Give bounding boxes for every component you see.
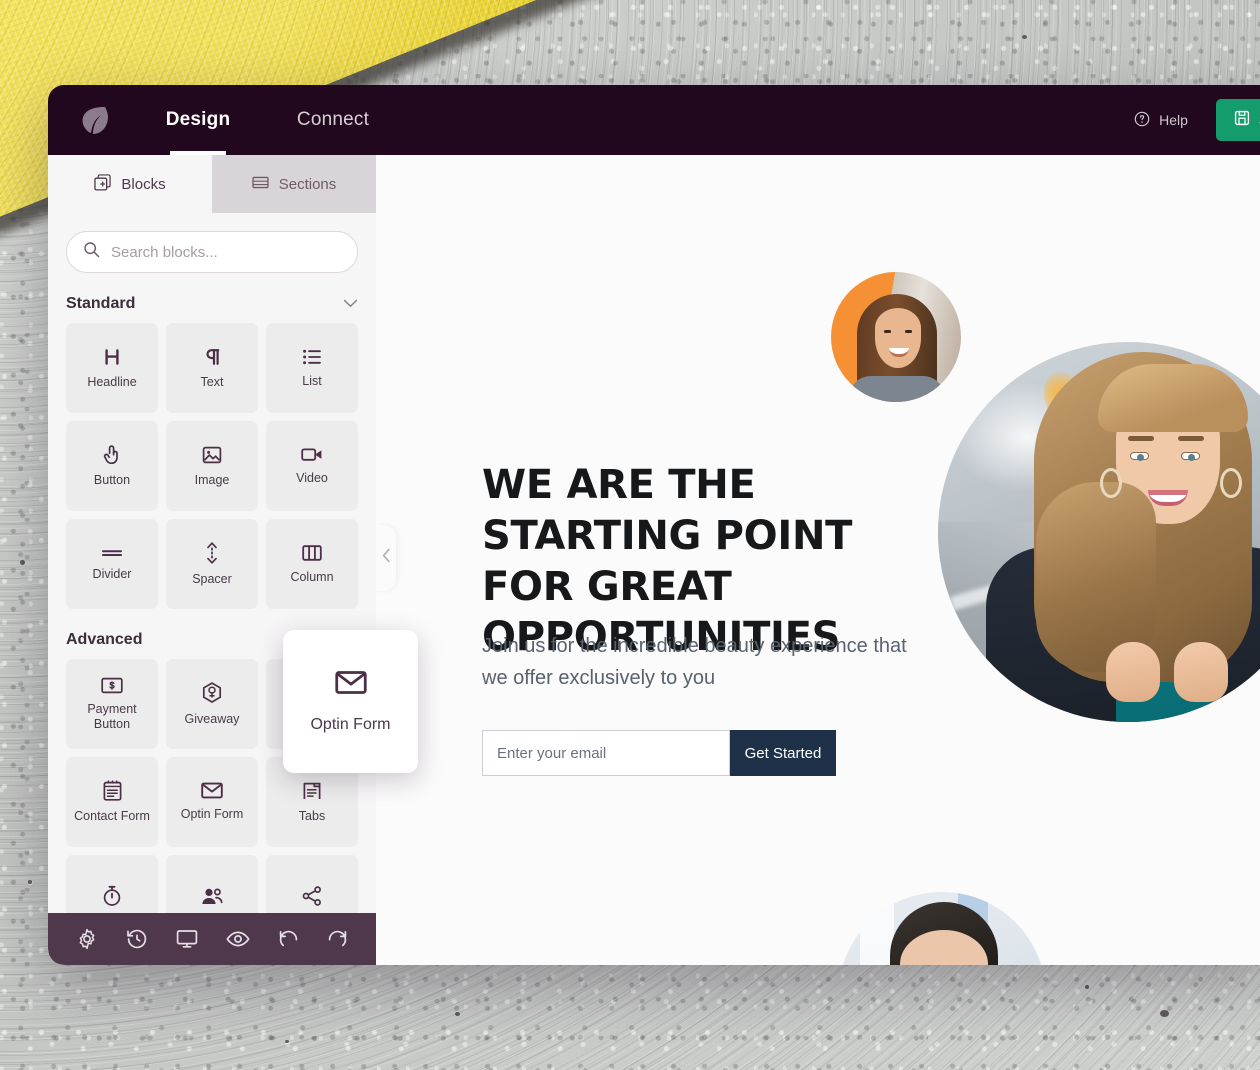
- sections-icon: [252, 175, 269, 194]
- people-group-icon: [201, 887, 223, 906]
- block-contact-form[interactable]: Contact Form: [66, 757, 158, 847]
- block-optin-form[interactable]: Optin Form: [166, 757, 258, 847]
- search-blocks-field[interactable]: [66, 231, 358, 273]
- block-label: Optin Form: [180, 807, 244, 822]
- leaf-logo-icon[interactable]: [66, 104, 122, 136]
- drag-card-label: Optin Form: [310, 715, 391, 733]
- panel-bottom-toolbar: [48, 913, 376, 965]
- columns-icon: [302, 544, 322, 562]
- pointer-tap-icon: [102, 444, 122, 465]
- avatar-man: [838, 892, 1046, 965]
- envelope-icon: [201, 782, 223, 799]
- tab-label: Sections: [278, 175, 337, 193]
- block-label: List: [302, 373, 322, 388]
- panel-tabs: Blocks Sections: [48, 155, 376, 213]
- headline-h-icon: [102, 347, 122, 367]
- question-circle-icon: [1134, 111, 1150, 130]
- block-video[interactable]: Video: [266, 421, 358, 511]
- block-label: Button: [93, 473, 131, 488]
- history-clock-icon[interactable]: [126, 928, 148, 950]
- block-label: Image: [194, 472, 230, 487]
- panel-collapse-handle[interactable]: [376, 525, 396, 591]
- block-label: Spacer: [192, 571, 232, 586]
- money-bill-icon: [101, 677, 123, 694]
- image-icon: [202, 445, 222, 465]
- desktop-monitor-icon[interactable]: [176, 929, 198, 949]
- chevron-left-icon: [382, 548, 391, 568]
- block-label: Giveaway: [184, 711, 240, 726]
- topnav-item-connect[interactable]: Connect: [274, 85, 392, 155]
- avatar-woman-large: [938, 342, 1260, 722]
- block-label: Contact Form: [74, 809, 150, 824]
- block-label: Headline: [87, 374, 137, 389]
- block-label: Video: [296, 471, 328, 486]
- block-label: Tabs: [298, 808, 326, 823]
- chevron-down-icon[interactable]: [343, 295, 358, 313]
- share-nodes-icon: [302, 886, 322, 906]
- avatar-woman-small: [831, 272, 961, 402]
- block-label: Divider: [92, 566, 132, 581]
- app-window: Design Connect Help WE ARE THE STARTING …: [48, 85, 1260, 965]
- drag-ghost-optin-form[interactable]: Optin Form: [283, 630, 418, 773]
- tab-blocks[interactable]: Blocks: [48, 155, 212, 213]
- page-canvas: We are the starting point for great oppo…: [376, 155, 1260, 965]
- optin-form: Enter your email Get Started: [482, 730, 836, 776]
- block-label: Text: [200, 374, 224, 389]
- blocks-add-icon: [94, 173, 112, 195]
- timer-stopwatch-icon: [102, 885, 122, 907]
- group-header-standard[interactable]: Standard: [66, 295, 358, 313]
- block-label: Payment Button: [87, 702, 137, 731]
- topnav-item-design[interactable]: Design: [148, 85, 248, 155]
- email-field[interactable]: Enter your email: [482, 730, 730, 776]
- block-giveaway[interactable]: Giveaway: [166, 659, 258, 749]
- topnav-label: Design: [165, 109, 231, 130]
- group-title: Standard: [66, 295, 136, 312]
- block-label: Column: [290, 569, 334, 584]
- spacer-arrows-icon: [204, 542, 220, 564]
- help-label: Help: [1159, 112, 1188, 128]
- video-camera-icon: [301, 446, 323, 463]
- contact-form-icon: [103, 780, 122, 801]
- block-button[interactable]: Button: [66, 421, 158, 511]
- eye-preview-icon[interactable]: [226, 930, 250, 948]
- help-button[interactable]: Help: [1134, 111, 1216, 130]
- block-spacer[interactable]: Spacer: [166, 519, 258, 609]
- left-blocks-panel: Blocks Sections Search blocks... Standar…: [48, 155, 376, 965]
- save-button[interactable]: Save: [1215, 99, 1260, 141]
- block-divider[interactable]: Divider: [66, 519, 158, 609]
- envelope-icon: [334, 670, 367, 700]
- undo-arrow-icon[interactable]: [278, 929, 299, 950]
- group-title: Advanced: [66, 631, 143, 648]
- block-text[interactable]: Text: [166, 323, 258, 413]
- tab-label: Blocks: [121, 175, 166, 193]
- giveaway-gift-icon: [202, 682, 222, 704]
- hero-subheadline: Join us for the incredible beauty experi…: [482, 635, 907, 689]
- tabs-icon: [302, 781, 322, 801]
- paragraph-pilcrow-icon: [202, 347, 222, 367]
- block-headline[interactable]: Headline: [66, 323, 158, 413]
- search-icon: [83, 241, 100, 263]
- gear-settings-icon[interactable]: [76, 928, 98, 950]
- block-payment-button[interactable]: Payment Button: [66, 659, 158, 749]
- redo-arrow-icon[interactable]: [327, 929, 348, 950]
- divider-icon: [101, 547, 123, 559]
- panel-scroll-area[interactable]: Standard Headline: [48, 213, 376, 965]
- topnav-label: Connect: [296, 109, 370, 130]
- topbar-right-actions: Help Save: [1134, 85, 1260, 155]
- top-navigation-bar: Design Connect Help: [48, 85, 1260, 155]
- block-list[interactable]: List: [266, 323, 358, 413]
- block-image[interactable]: Image: [166, 421, 258, 511]
- get-started-button[interactable]: Get Started: [730, 730, 836, 776]
- list-icon: [302, 348, 322, 366]
- tab-sections[interactable]: Sections: [212, 155, 376, 213]
- search-input[interactable]: [111, 243, 341, 261]
- standard-blocks-grid: Headline Text List Button Image Video Di…: [66, 323, 358, 609]
- floppy-disk-icon: [1234, 110, 1250, 130]
- block-column[interactable]: Column: [266, 519, 358, 609]
